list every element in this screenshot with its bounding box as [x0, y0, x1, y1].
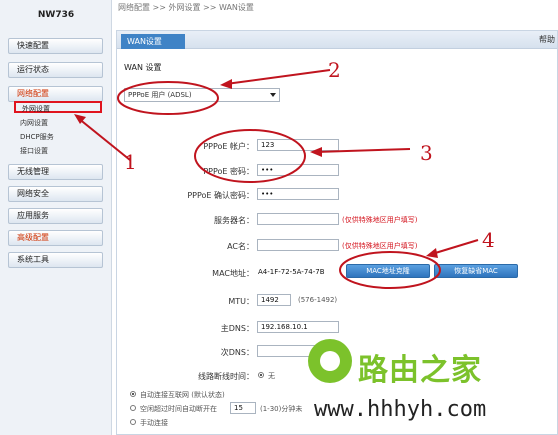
annotation-ellipse-3 [194, 129, 306, 183]
watermark-title: 路由之家 [358, 353, 482, 388]
watermark-logo-icon [308, 339, 352, 383]
annotation-number-2: 2 [328, 58, 341, 82]
arrowhead-3 [310, 147, 322, 157]
annotation-number-4: 4 [482, 228, 495, 252]
watermark-url: www.hhhyh.com [314, 397, 487, 422]
annotation-arrow-3 [315, 148, 411, 153]
watermark: 路由之家 www.hhhyh.com [300, 335, 558, 435]
annotation-ellipse-2 [117, 81, 219, 115]
annotation-arrow-1 [77, 117, 131, 161]
annotation-arrow-2 [225, 69, 331, 85]
arrowhead-2 [220, 79, 232, 89]
annotation-number-1: 1 [124, 150, 137, 174]
annotation-number-3: 3 [420, 141, 433, 165]
annotation-arrow-4 [431, 239, 479, 255]
annotation-ellipse-4 [339, 251, 441, 289]
arrowhead-4 [426, 248, 438, 258]
